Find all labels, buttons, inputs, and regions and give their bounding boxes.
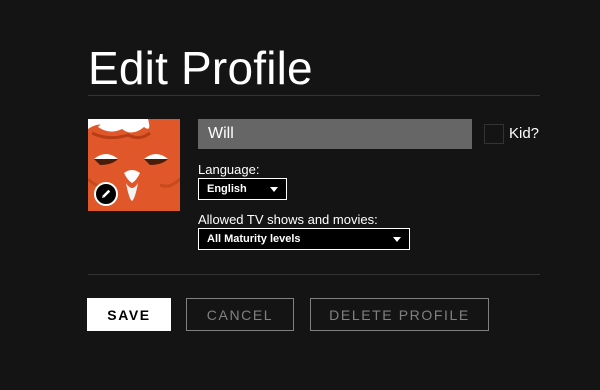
pencil-icon — [102, 189, 111, 198]
maturity-dropdown[interactable]: All Maturity levels — [198, 228, 410, 250]
maturity-label: Allowed TV shows and movies: — [198, 212, 378, 227]
caret-down-icon — [270, 187, 278, 192]
save-button[interactable]: SAVE — [87, 298, 171, 331]
bottom-divider — [88, 274, 540, 275]
edit-profile-screen: Edit Profile Kid? — [0, 0, 600, 390]
top-divider — [88, 95, 540, 96]
delete-profile-button[interactable]: DELETE PROFILE — [310, 298, 489, 331]
cancel-button[interactable]: CANCEL — [186, 298, 294, 331]
language-label: Language: — [198, 162, 260, 177]
language-dropdown[interactable]: English — [198, 178, 287, 200]
caret-down-icon — [393, 237, 401, 242]
maturity-selected-value: All Maturity levels — [207, 233, 301, 245]
page-title: Edit Profile — [88, 42, 313, 94]
kid-checkbox[interactable] — [484, 124, 504, 144]
edit-avatar-button[interactable] — [94, 182, 118, 206]
language-selected-value: English — [207, 183, 247, 195]
kid-label: Kid? — [509, 125, 540, 142]
profile-name-input[interactable] — [198, 119, 472, 149]
